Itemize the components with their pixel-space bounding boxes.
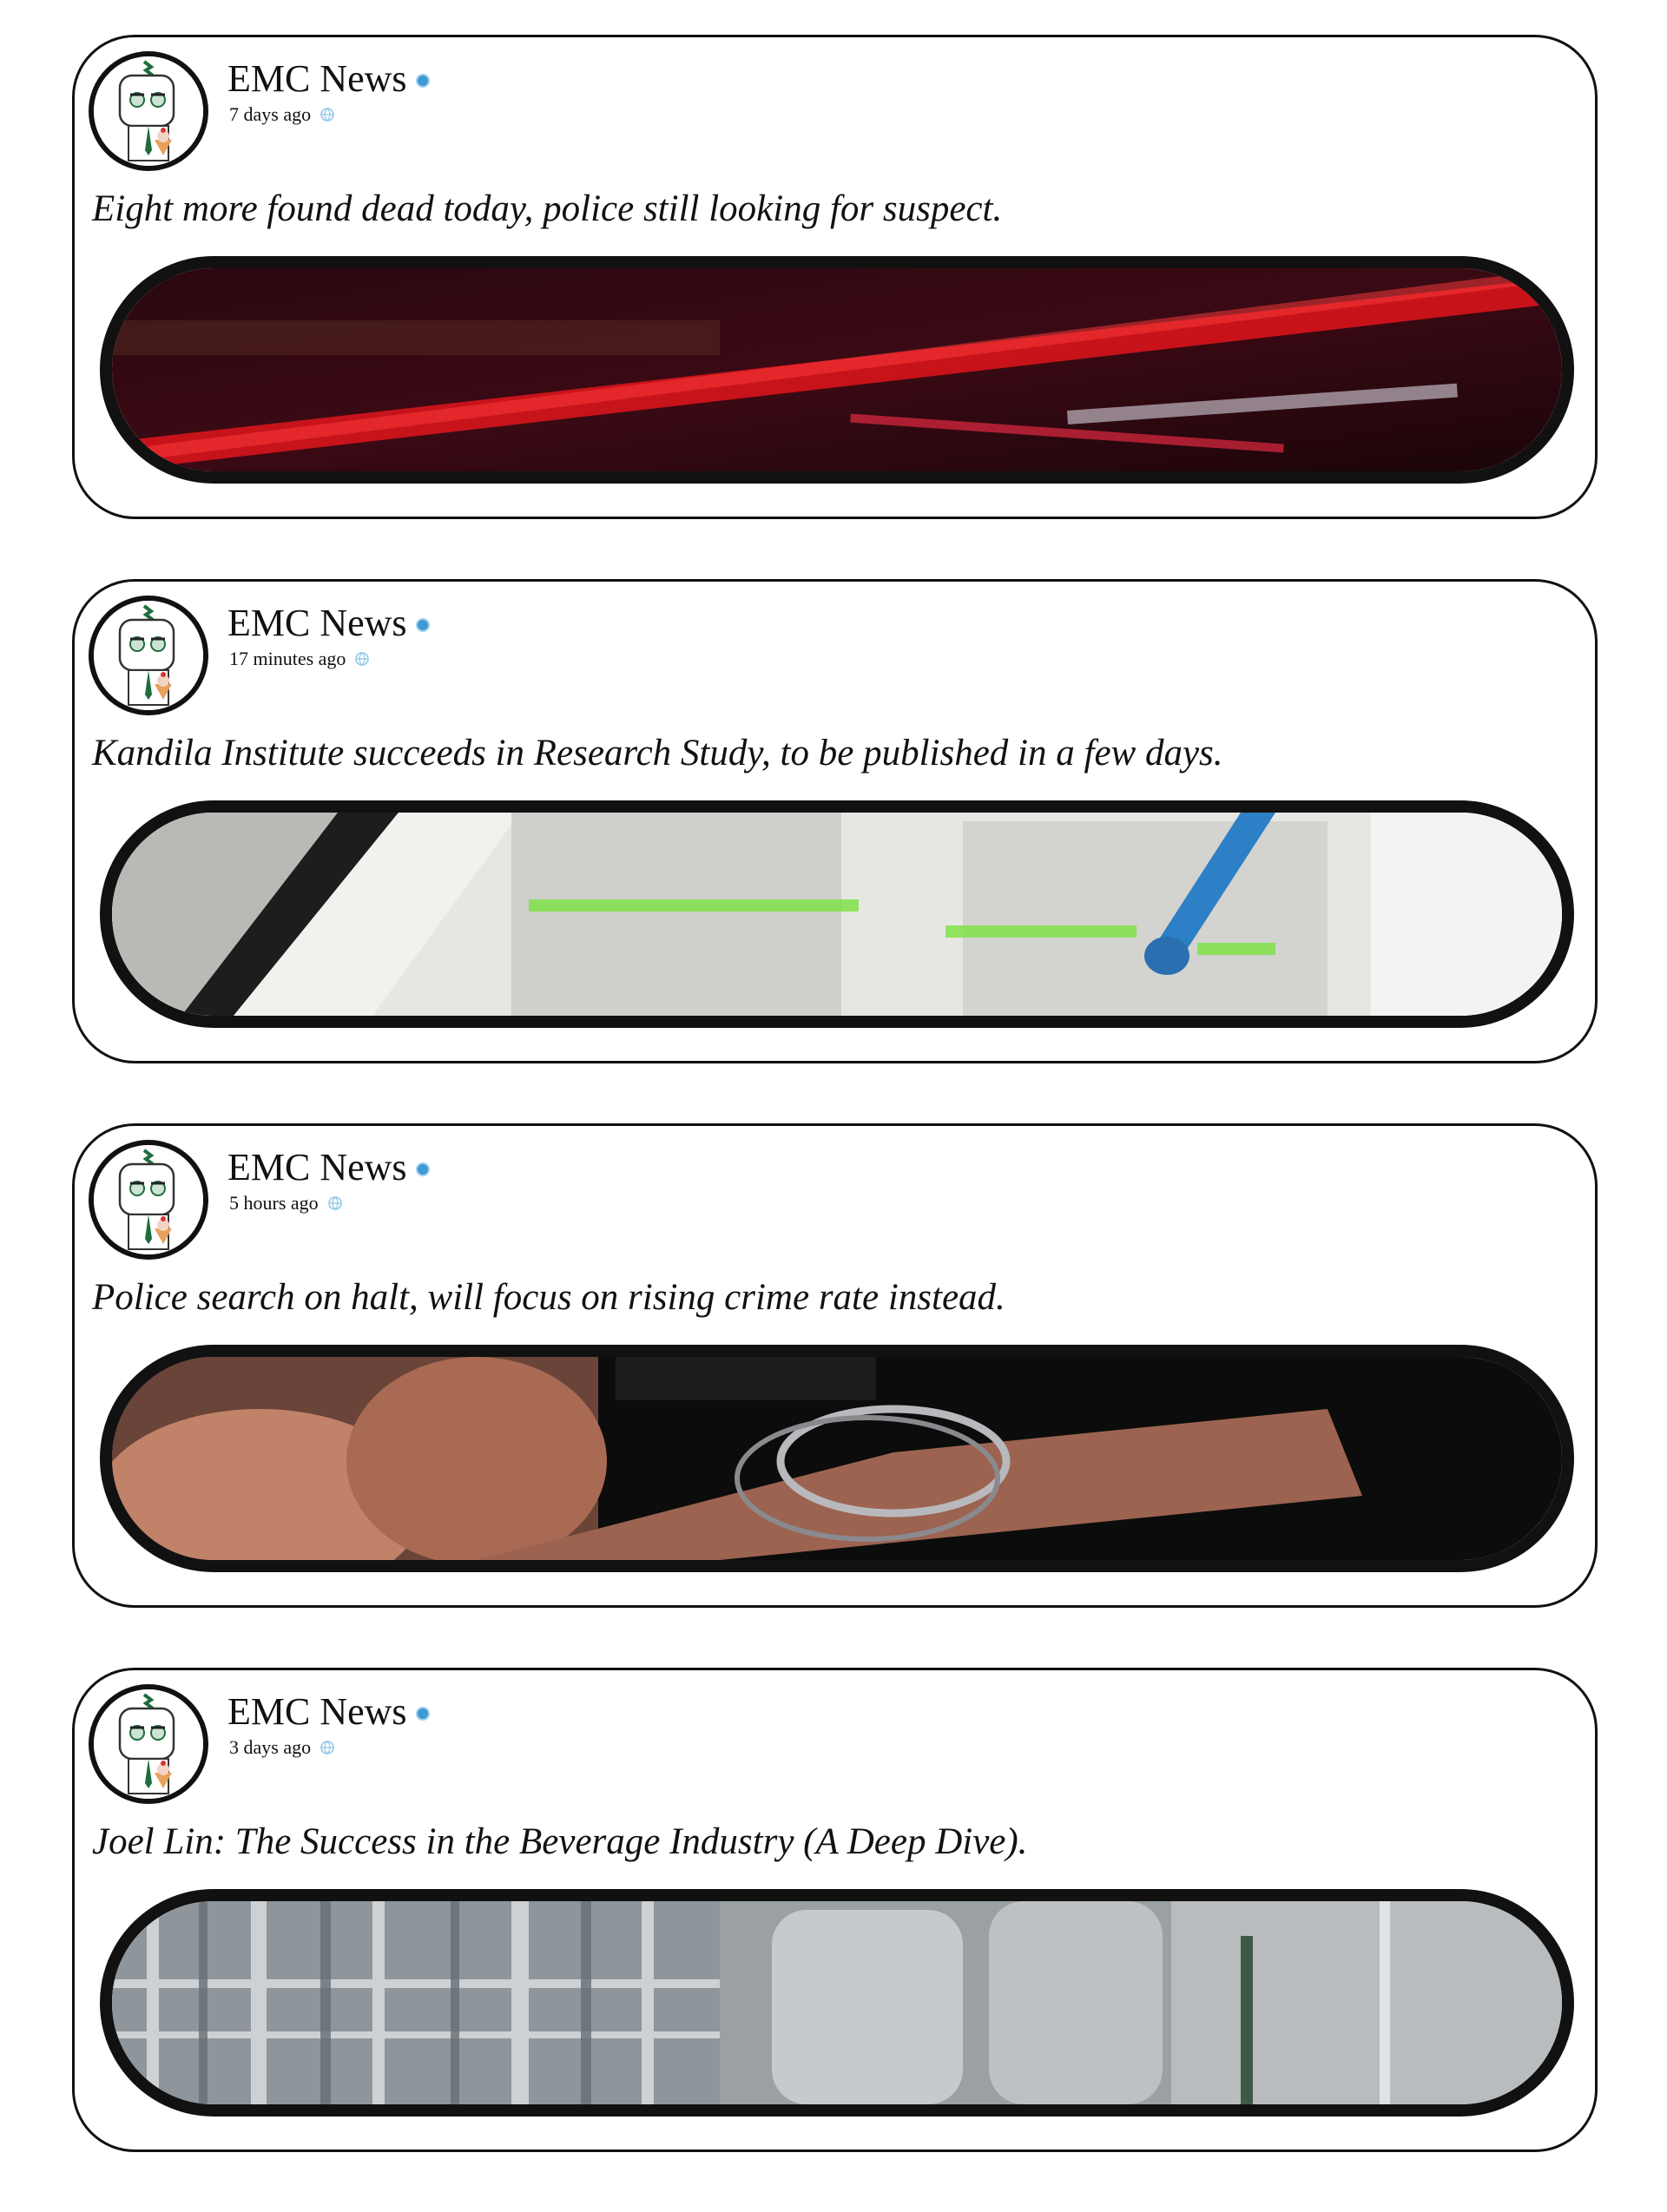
post-meta: 5 hours ago bbox=[229, 1192, 345, 1215]
post-meta: 7 days ago bbox=[229, 103, 337, 126]
avatar[interactable] bbox=[89, 1684, 208, 1804]
author-label: EMC News bbox=[227, 1146, 407, 1188]
post-timestamp[interactable]: 3 days ago bbox=[229, 1736, 311, 1759]
post-meta: 3 days ago bbox=[229, 1736, 337, 1759]
globe-icon bbox=[318, 105, 337, 124]
avatar[interactable] bbox=[89, 51, 208, 171]
author-name[interactable]: EMC News bbox=[227, 1145, 430, 1190]
author-name[interactable]: EMC News bbox=[227, 601, 430, 646]
news-post-card[interactable]: EMC News 7 days ago Eight more found dea… bbox=[72, 35, 1598, 519]
post-image[interactable] bbox=[100, 1889, 1574, 2117]
beverage-factory-image bbox=[112, 1901, 1562, 2104]
news-post-card[interactable]: EMC News 3 days ago Joel Lin: The Succes… bbox=[72, 1668, 1598, 2152]
avatar[interactable] bbox=[89, 1140, 208, 1260]
post-image[interactable] bbox=[100, 256, 1574, 484]
author-name[interactable]: EMC News bbox=[227, 1689, 430, 1735]
mascot-avatar-icon bbox=[94, 601, 203, 710]
post-timestamp[interactable]: 5 hours ago bbox=[229, 1192, 319, 1215]
crime-scene-tape-image bbox=[112, 268, 1562, 471]
post-headline[interactable]: Police search on halt, will focus on ris… bbox=[92, 1275, 1005, 1320]
verified-badge-icon bbox=[415, 1707, 430, 1721]
mascot-avatar-icon bbox=[94, 1689, 203, 1799]
news-post-card[interactable]: EMC News 5 hours ago Police search on ha… bbox=[72, 1123, 1598, 1608]
post-timestamp[interactable]: 17 minutes ago bbox=[229, 648, 346, 670]
post-meta: 17 minutes ago bbox=[229, 648, 372, 670]
globe-icon bbox=[353, 649, 372, 668]
author-label: EMC News bbox=[227, 602, 407, 644]
author-name[interactable]: EMC News bbox=[227, 56, 430, 102]
post-image[interactable] bbox=[100, 800, 1574, 1028]
news-feed: EMC News 7 days ago Eight more found dea… bbox=[72, 35, 1598, 2212]
handcuffs-image bbox=[112, 1357, 1562, 1560]
post-headline[interactable]: Joel Lin: The Success in the Beverage In… bbox=[92, 1820, 1027, 1865]
post-headline[interactable]: Eight more found dead today, police stil… bbox=[92, 187, 1002, 232]
news-post-card[interactable]: EMC News 17 minutes ago Kandila Institut… bbox=[72, 579, 1598, 1063]
post-headline[interactable]: Kandila Institute succeeds in Research S… bbox=[92, 731, 1223, 776]
mascot-avatar-icon bbox=[94, 1145, 203, 1254]
avatar[interactable] bbox=[89, 596, 208, 715]
verified-badge-icon bbox=[415, 74, 430, 88]
globe-icon bbox=[326, 1194, 345, 1213]
mascot-avatar-icon bbox=[94, 56, 203, 166]
verified-badge-icon bbox=[415, 618, 430, 632]
verified-badge-icon bbox=[415, 1162, 430, 1176]
post-image[interactable] bbox=[100, 1345, 1574, 1572]
author-label: EMC News bbox=[227, 1690, 407, 1733]
post-timestamp[interactable]: 7 days ago bbox=[229, 103, 311, 126]
author-label: EMC News bbox=[227, 57, 407, 100]
globe-icon bbox=[318, 1738, 337, 1757]
research-paper-image bbox=[112, 813, 1562, 1016]
